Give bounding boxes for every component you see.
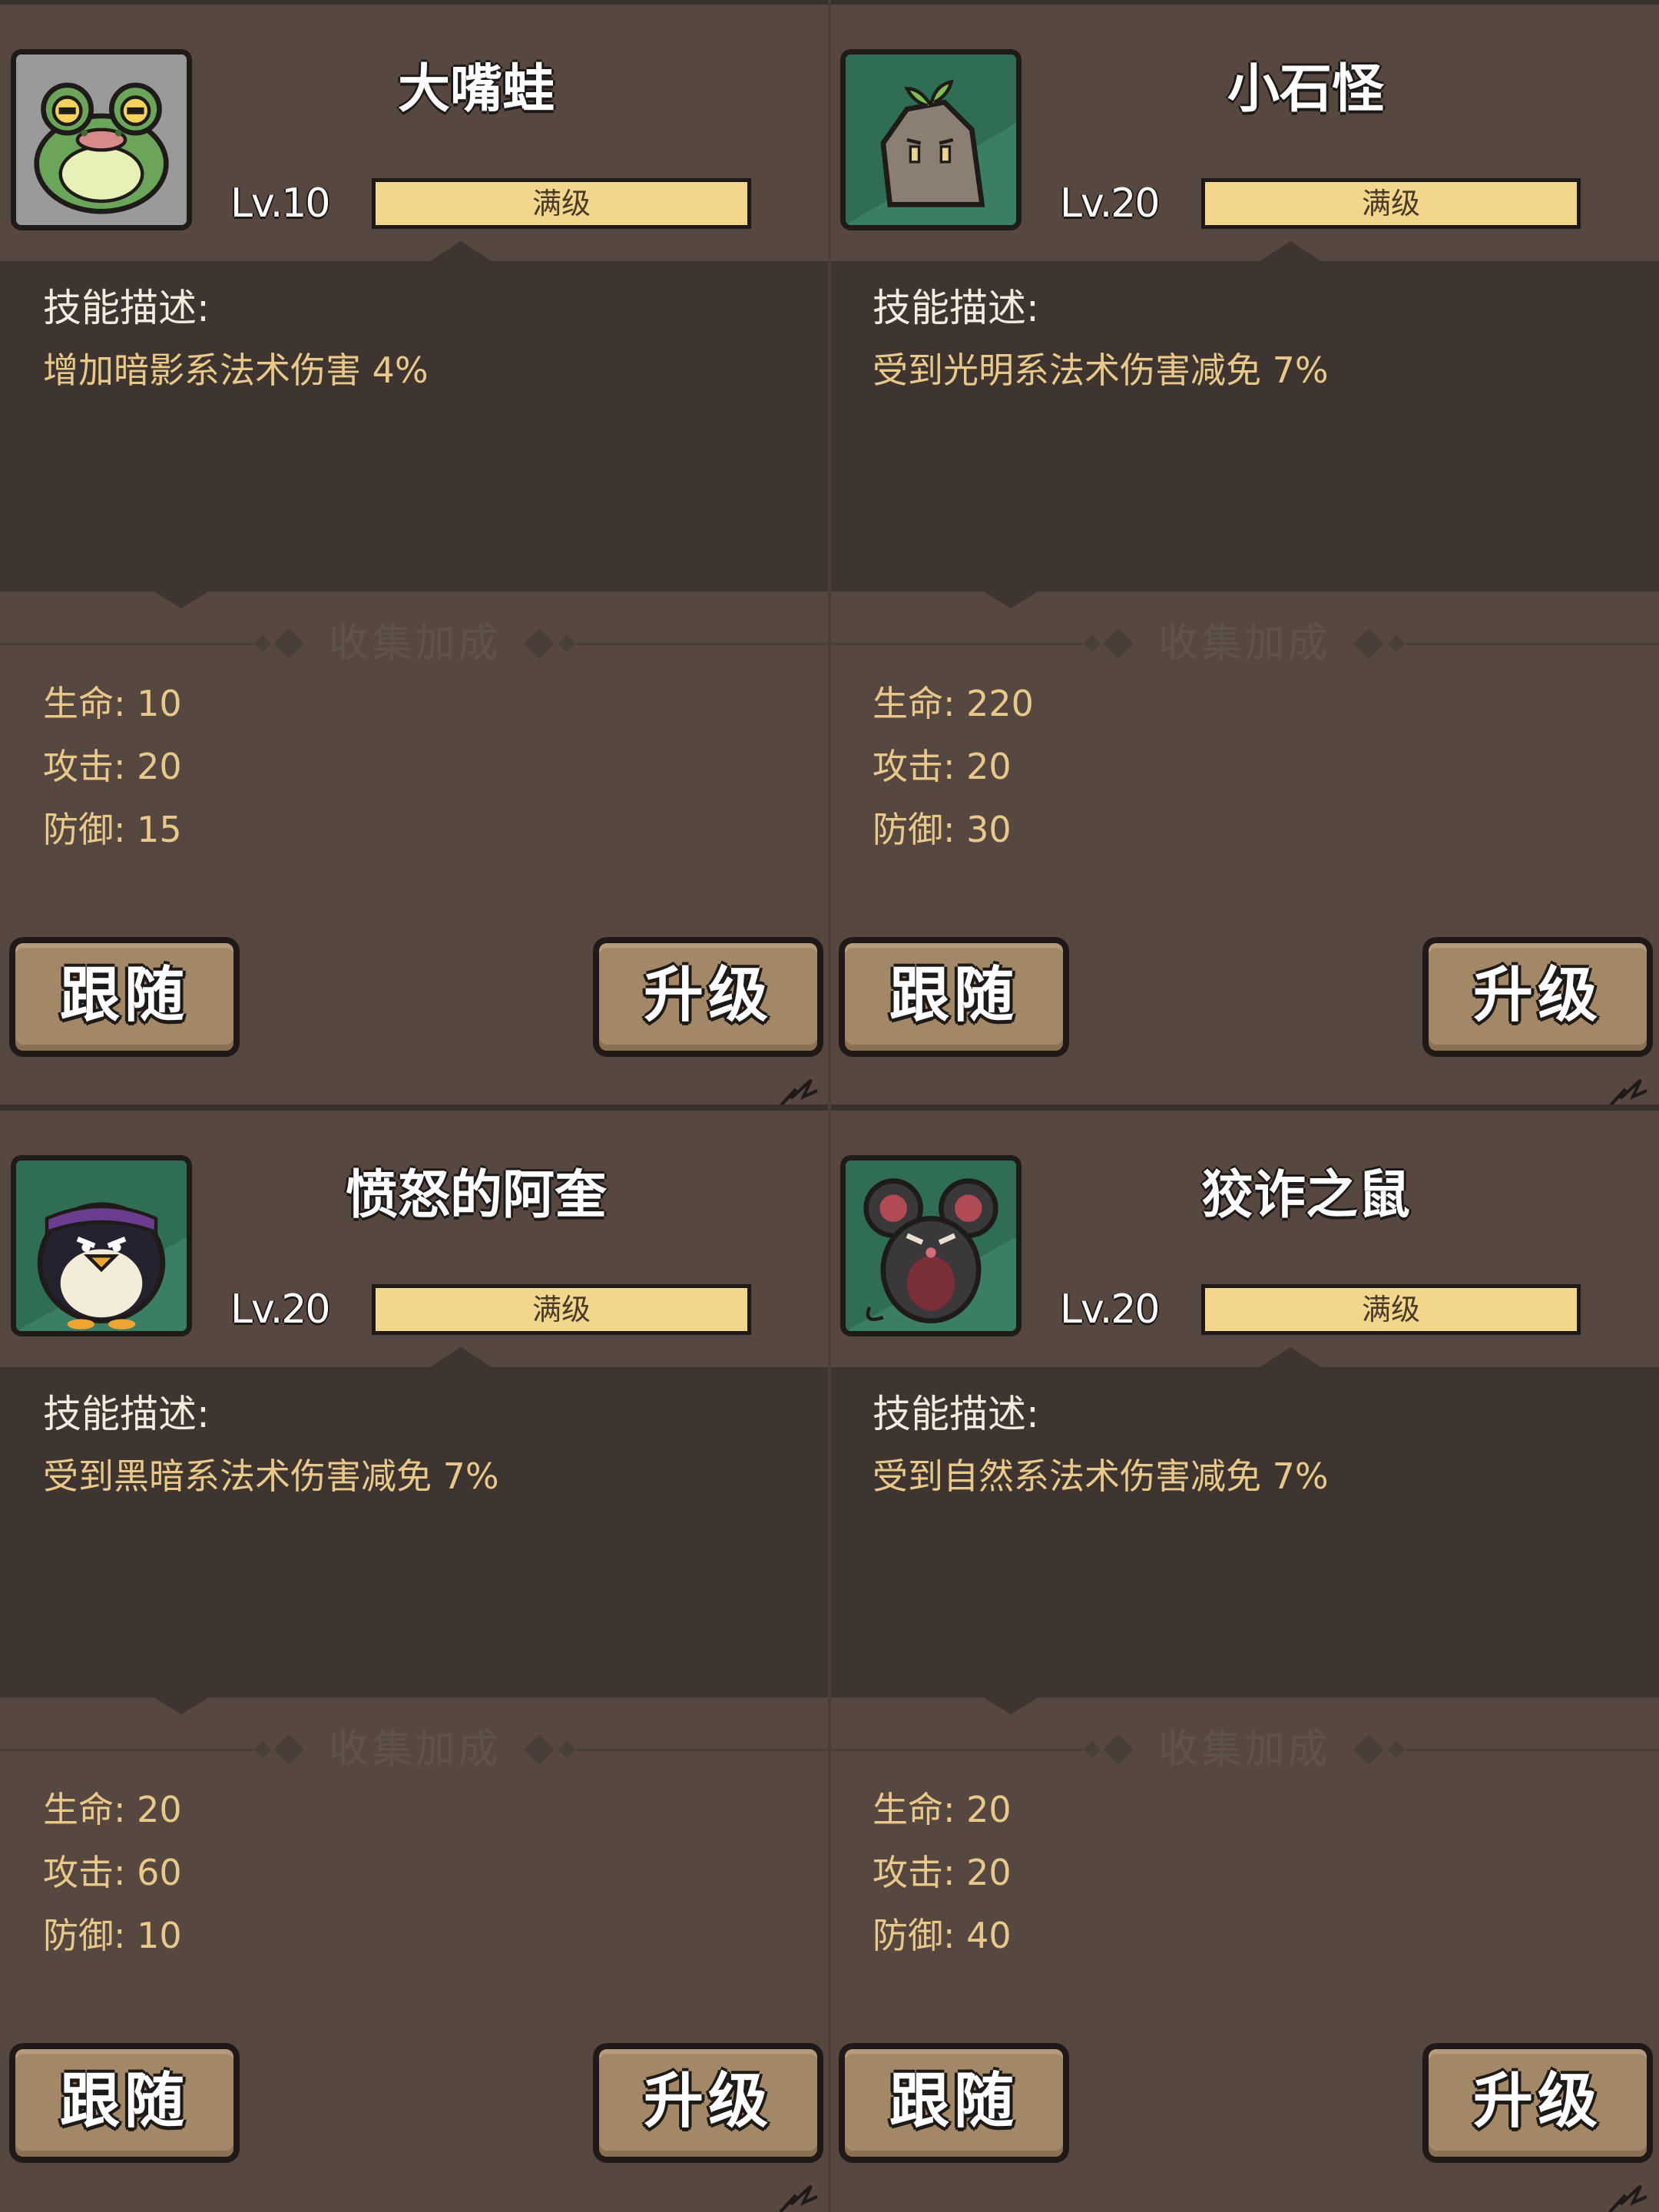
stat-hp: 生命: 10: [43, 683, 182, 724]
level-status-text: 满级: [1361, 187, 1420, 220]
crack-decoration: [779, 2184, 818, 2212]
skill-description-text: 受到自然系法术伤害减免 7%: [873, 1455, 1329, 1497]
skill-description-panel: 技能描述: 增加暗影系法术伤害 4%: [0, 241, 830, 608]
pet-level: Lv.10: [230, 180, 330, 227]
collection-bonus-divider: 收集加成: [0, 621, 830, 667]
level-status-text: 满级: [531, 187, 591, 220]
pet-portrait[interactable]: [840, 49, 1022, 230]
stat-hp: 生命: 20: [43, 1789, 182, 1830]
skill-description-text: 受到光明系法术伤害减免 7%: [873, 349, 1329, 391]
stat-defense: 防御: 30: [873, 809, 1012, 850]
skill-description-panel: 技能描述: 受到光明系法术伤害减免 7%: [830, 241, 1659, 608]
upgrade-button[interactable]: 升级: [593, 2043, 823, 2163]
level-progress-bar: 满级: [372, 1284, 751, 1335]
level-status-text: 满级: [531, 1293, 591, 1326]
frog-icon: [16, 55, 187, 225]
collection-bonus-divider: 收集加成: [830, 621, 1659, 667]
skill-description-label: 技能描述:: [873, 1392, 1039, 1436]
follow-button[interactable]: 跟随: [9, 937, 240, 1057]
skill-description-text: 受到黑暗系法术伤害减免 7%: [43, 1455, 499, 1497]
pet-collection-grid: 大嘴蛙 Lv.10 满级 技能描述: 增加暗影系法术伤害 4% 收集加成 生命:…: [0, 0, 1659, 2212]
collection-bonus-title: 收集加成: [1157, 1727, 1330, 1773]
collection-bonus-divider: 收集加成: [0, 1727, 830, 1773]
rock-sprout-icon: [846, 55, 1016, 225]
stat-attack: 攻击: 20: [873, 1852, 1012, 1893]
stat-attack: 攻击: 20: [43, 746, 182, 787]
skill-description-label: 技能描述:: [873, 286, 1039, 330]
collection-bonus-title: 收集加成: [328, 621, 501, 667]
upgrade-button[interactable]: 升级: [1422, 937, 1653, 1057]
collection-bonus-title: 收集加成: [1157, 621, 1330, 667]
pet-level: Lv.20: [230, 1286, 330, 1333]
stat-attack: 攻击: 20: [873, 746, 1012, 787]
pet-portrait[interactable]: [11, 49, 192, 230]
follow-button[interactable]: 跟随: [839, 937, 1069, 1057]
column-separator: [828, 0, 831, 2212]
penguin-icon: [16, 1161, 187, 1331]
pet-level: Lv.20: [1060, 1286, 1160, 1333]
pet-name: 小石怪: [1227, 59, 1384, 120]
level-progress-bar: 满级: [1201, 1284, 1581, 1335]
stat-defense: 防御: 10: [43, 1915, 182, 1956]
pet-name: 大嘴蛙: [397, 59, 555, 120]
upgrade-button[interactable]: 升级: [1422, 2043, 1653, 2163]
stat-hp: 生命: 20: [873, 1789, 1012, 1830]
follow-button[interactable]: 跟随: [839, 2043, 1069, 2163]
skill-description-panel: 技能描述: 受到自然系法术伤害减免 7%: [830, 1347, 1659, 1714]
collection-bonus-divider: 收集加成: [830, 1727, 1659, 1773]
upgrade-button[interactable]: 升级: [593, 937, 823, 1057]
pet-level: Lv.20: [1060, 180, 1160, 227]
crack-decoration: [1608, 2184, 1647, 2212]
follow-button[interactable]: 跟随: [9, 2043, 240, 2163]
pet-portrait[interactable]: [11, 1155, 192, 1336]
stat-hp: 生命: 220: [873, 683, 1034, 724]
skill-description-label: 技能描述:: [43, 286, 210, 330]
pet-portrait[interactable]: [840, 1155, 1022, 1336]
stat-defense: 防御: 15: [43, 809, 182, 850]
skill-description-label: 技能描述:: [43, 1392, 210, 1436]
level-progress-bar: 满级: [372, 178, 751, 229]
crack-decoration: [1608, 1078, 1647, 1106]
rat-icon: [846, 1161, 1016, 1331]
stat-attack: 攻击: 60: [43, 1852, 182, 1893]
level-status-text: 满级: [1361, 1293, 1420, 1326]
level-progress-bar: 满级: [1201, 178, 1581, 229]
pet-name: 愤怒的阿奎: [345, 1165, 607, 1226]
skill-description-panel: 技能描述: 受到黑暗系法术伤害减免 7%: [0, 1347, 830, 1714]
pet-card: 小石怪 Lv.20 满级 技能描述: 受到光明系法术伤害减免 7% 收集加成 生…: [830, 0, 1659, 1106]
collection-bonus-title: 收集加成: [328, 1727, 501, 1773]
stat-defense: 防御: 40: [873, 1915, 1012, 1956]
pet-card: 愤怒的阿奎 Lv.20 满级 技能描述: 受到黑暗系法术伤害减免 7% 收集加成…: [0, 1106, 830, 2212]
pet-name: 狡诈之鼠: [1200, 1165, 1410, 1226]
crack-decoration: [779, 1078, 818, 1106]
skill-description-text: 增加暗影系法术伤害 4%: [43, 349, 429, 391]
pet-card: 大嘴蛙 Lv.10 满级 技能描述: 增加暗影系法术伤害 4% 收集加成 生命:…: [0, 0, 830, 1106]
pet-card: 狡诈之鼠 Lv.20 满级 技能描述: 受到自然系法术伤害减免 7% 收集加成 …: [830, 1106, 1659, 2212]
